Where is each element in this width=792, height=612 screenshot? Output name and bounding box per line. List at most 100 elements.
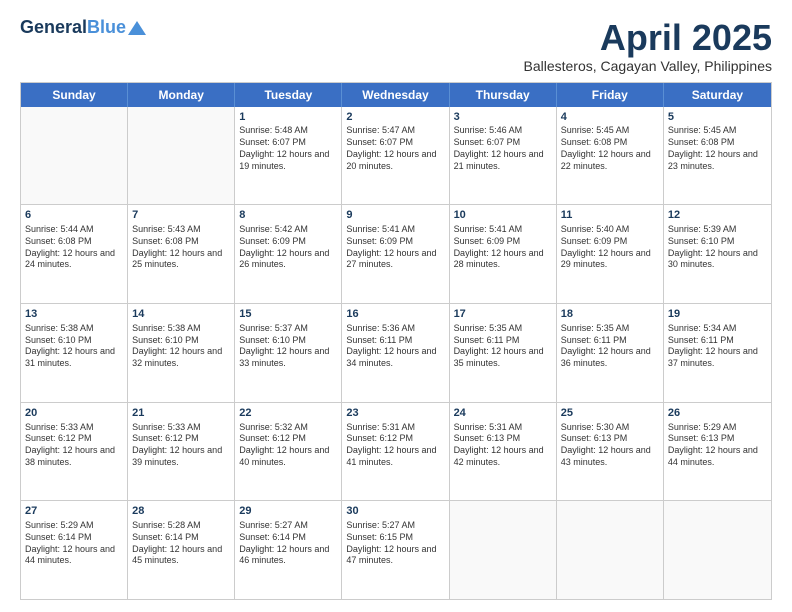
calendar: SundayMondayTuesdayWednesdayThursdayFrid… <box>20 82 772 600</box>
day-number: 17 <box>454 307 552 322</box>
calendar-cell-1-5: 11Sunrise: 5:40 AMSunset: 6:09 PMDayligh… <box>557 205 664 303</box>
calendar-cell-0-0 <box>21 107 128 205</box>
calendar-cell-1-1: 7Sunrise: 5:43 AMSunset: 6:08 PMDaylight… <box>128 205 235 303</box>
day-info: Sunrise: 5:36 AMSunset: 6:11 PMDaylight:… <box>346 323 444 370</box>
calendar-cell-3-6: 26Sunrise: 5:29 AMSunset: 6:13 PMDayligh… <box>664 403 771 501</box>
header-day-tuesday: Tuesday <box>235 83 342 107</box>
title-block: April 2025 Ballesteros, Cagayan Valley, … <box>523 18 772 74</box>
calendar-cell-4-4 <box>450 501 557 599</box>
day-number: 20 <box>25 406 123 421</box>
day-info: Sunrise: 5:38 AMSunset: 6:10 PMDaylight:… <box>132 323 230 370</box>
calendar-cell-4-2: 29Sunrise: 5:27 AMSunset: 6:14 PMDayligh… <box>235 501 342 599</box>
header-day-friday: Friday <box>557 83 664 107</box>
calendar-cell-1-4: 10Sunrise: 5:41 AMSunset: 6:09 PMDayligh… <box>450 205 557 303</box>
day-number: 22 <box>239 406 337 421</box>
logo: GeneralBlue <box>20 18 146 38</box>
calendar-row-0: 1Sunrise: 5:48 AMSunset: 6:07 PMDaylight… <box>21 107 771 205</box>
day-number: 29 <box>239 504 337 519</box>
calendar-cell-1-6: 12Sunrise: 5:39 AMSunset: 6:10 PMDayligh… <box>664 205 771 303</box>
day-info: Sunrise: 5:39 AMSunset: 6:10 PMDaylight:… <box>668 224 767 271</box>
day-number: 8 <box>239 208 337 223</box>
calendar-cell-4-6 <box>664 501 771 599</box>
day-number: 1 <box>239 110 337 125</box>
day-number: 19 <box>668 307 767 322</box>
calendar-row-1: 6Sunrise: 5:44 AMSunset: 6:08 PMDaylight… <box>21 204 771 303</box>
calendar-cell-2-3: 16Sunrise: 5:36 AMSunset: 6:11 PMDayligh… <box>342 304 449 402</box>
day-info: Sunrise: 5:35 AMSunset: 6:11 PMDaylight:… <box>454 323 552 370</box>
calendar-cell-3-1: 21Sunrise: 5:33 AMSunset: 6:12 PMDayligh… <box>128 403 235 501</box>
day-number: 21 <box>132 406 230 421</box>
day-number: 12 <box>668 208 767 223</box>
calendar-cell-0-5: 4Sunrise: 5:45 AMSunset: 6:08 PMDaylight… <box>557 107 664 205</box>
day-info: Sunrise: 5:40 AMSunset: 6:09 PMDaylight:… <box>561 224 659 271</box>
day-number: 6 <box>25 208 123 223</box>
day-info: Sunrise: 5:46 AMSunset: 6:07 PMDaylight:… <box>454 125 552 172</box>
day-info: Sunrise: 5:42 AMSunset: 6:09 PMDaylight:… <box>239 224 337 271</box>
logo-text: GeneralBlue <box>20 18 126 38</box>
header-day-monday: Monday <box>128 83 235 107</box>
calendar-row-4: 27Sunrise: 5:29 AMSunset: 6:14 PMDayligh… <box>21 500 771 599</box>
calendar-cell-0-3: 2Sunrise: 5:47 AMSunset: 6:07 PMDaylight… <box>342 107 449 205</box>
day-number: 2 <box>346 110 444 125</box>
day-number: 7 <box>132 208 230 223</box>
day-info: Sunrise: 5:41 AMSunset: 6:09 PMDaylight:… <box>346 224 444 271</box>
day-number: 28 <box>132 504 230 519</box>
day-info: Sunrise: 5:29 AMSunset: 6:13 PMDaylight:… <box>668 422 767 469</box>
logo-icon <box>128 19 146 37</box>
month-title: April 2025 <box>523 18 772 58</box>
day-number: 14 <box>132 307 230 322</box>
day-info: Sunrise: 5:30 AMSunset: 6:13 PMDaylight:… <box>561 422 659 469</box>
day-number: 16 <box>346 307 444 322</box>
day-info: Sunrise: 5:45 AMSunset: 6:08 PMDaylight:… <box>668 125 767 172</box>
calendar-cell-3-0: 20Sunrise: 5:33 AMSunset: 6:12 PMDayligh… <box>21 403 128 501</box>
calendar-cell-2-6: 19Sunrise: 5:34 AMSunset: 6:11 PMDayligh… <box>664 304 771 402</box>
day-number: 4 <box>561 110 659 125</box>
day-info: Sunrise: 5:32 AMSunset: 6:12 PMDaylight:… <box>239 422 337 469</box>
header: GeneralBlue April 2025 Ballesteros, Caga… <box>20 18 772 74</box>
day-number: 15 <box>239 307 337 322</box>
day-number: 26 <box>668 406 767 421</box>
day-info: Sunrise: 5:37 AMSunset: 6:10 PMDaylight:… <box>239 323 337 370</box>
calendar-header: SundayMondayTuesdayWednesdayThursdayFrid… <box>21 83 771 107</box>
day-number: 10 <box>454 208 552 223</box>
day-number: 11 <box>561 208 659 223</box>
day-info: Sunrise: 5:29 AMSunset: 6:14 PMDaylight:… <box>25 520 123 567</box>
calendar-cell-3-3: 23Sunrise: 5:31 AMSunset: 6:12 PMDayligh… <box>342 403 449 501</box>
calendar-cell-0-1 <box>128 107 235 205</box>
header-day-sunday: Sunday <box>21 83 128 107</box>
calendar-cell-1-0: 6Sunrise: 5:44 AMSunset: 6:08 PMDaylight… <box>21 205 128 303</box>
day-info: Sunrise: 5:41 AMSunset: 6:09 PMDaylight:… <box>454 224 552 271</box>
calendar-cell-2-4: 17Sunrise: 5:35 AMSunset: 6:11 PMDayligh… <box>450 304 557 402</box>
header-day-thursday: Thursday <box>450 83 557 107</box>
calendar-cell-3-5: 25Sunrise: 5:30 AMSunset: 6:13 PMDayligh… <box>557 403 664 501</box>
day-number: 24 <box>454 406 552 421</box>
calendar-cell-4-5 <box>557 501 664 599</box>
day-info: Sunrise: 5:44 AMSunset: 6:08 PMDaylight:… <box>25 224 123 271</box>
header-day-saturday: Saturday <box>664 83 771 107</box>
day-info: Sunrise: 5:47 AMSunset: 6:07 PMDaylight:… <box>346 125 444 172</box>
day-info: Sunrise: 5:31 AMSunset: 6:12 PMDaylight:… <box>346 422 444 469</box>
location: Ballesteros, Cagayan Valley, Philippines <box>523 58 772 74</box>
calendar-row-3: 20 Sunrise: 5:33 AMSunset: 6:12 PMDayligh… <box>21 402 771 501</box>
day-number: 9 <box>346 208 444 223</box>
calendar-cell-4-1: 28Sunrise: 5:28 AMSunset: 6:14 PMDayligh… <box>128 501 235 599</box>
calendar-cell-2-1: 14Sunrise: 5:38 AMSunset: 6:10 PMDayligh… <box>128 304 235 402</box>
calendar-cell-3-4: 24Sunrise: 5:31 AMSunset: 6:13 PMDayligh… <box>450 403 557 501</box>
calendar-cell-4-0: 27Sunrise: 5:29 AMSunset: 6:14 PMDayligh… <box>21 501 128 599</box>
calendar-cell-3-2: 22Sunrise: 5:32 AMSunset: 6:12 PMDayligh… <box>235 403 342 501</box>
day-info: Sunrise: 5:38 AMSunset: 6:10 PMDaylight:… <box>25 323 123 370</box>
day-number: 23 <box>346 406 444 421</box>
day-number: 25 <box>561 406 659 421</box>
day-info: Sunrise: 5:35 AMSunset: 6:11 PMDaylight:… <box>561 323 659 370</box>
day-info: Sunrise: 5:45 AMSunset: 6:08 PMDaylight:… <box>561 125 659 172</box>
day-info: Sunrise: 5:43 AMSunset: 6:08 PMDaylight:… <box>132 224 230 271</box>
calendar-row-2: 13Sunrise: 5:38 AMSunset: 6:10 PMDayligh… <box>21 303 771 402</box>
calendar-cell-2-2: 15Sunrise: 5:37 AMSunset: 6:10 PMDayligh… <box>235 304 342 402</box>
calendar-cell-1-2: 8Sunrise: 5:42 AMSunset: 6:09 PMDaylight… <box>235 205 342 303</box>
day-info: Sunrise: 5:48 AMSunset: 6:07 PMDaylight:… <box>239 125 337 172</box>
day-info: Sunrise: 5:33 AMSunset: 6:12 PMDaylight:… <box>132 422 230 469</box>
day-info: Sunrise: 5:27 AMSunset: 6:14 PMDaylight:… <box>239 520 337 567</box>
calendar-cell-0-6: 5Sunrise: 5:45 AMSunset: 6:08 PMDaylight… <box>664 107 771 205</box>
day-number: 13 <box>25 307 123 322</box>
day-info: Sunrise: 5:27 AMSunset: 6:15 PMDaylight:… <box>346 520 444 567</box>
